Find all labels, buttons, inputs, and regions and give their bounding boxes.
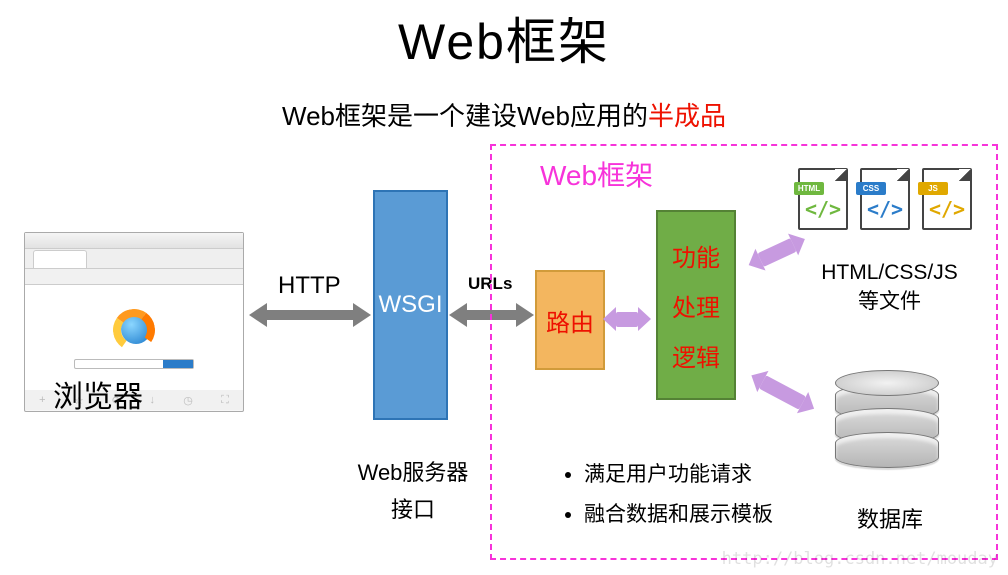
bullet-2: 融合数据和展示模板 [584, 495, 773, 535]
browser-addressbar [25, 269, 243, 285]
wsgi-caption: Web服务器接口 [353, 454, 473, 529]
browser-tabs [25, 249, 243, 269]
logic-box: 功能 处理 逻辑 [656, 210, 736, 400]
browser-label: 浏览器 [53, 372, 143, 416]
js-file-icon: JS </> [922, 168, 972, 230]
js-tag: JS [918, 182, 948, 195]
search-bar-mock [74, 359, 194, 369]
files-caption-line1: HTML/CSS/JS [792, 258, 987, 287]
database-caption: 数据库 [857, 502, 923, 534]
browser-titlebar [25, 233, 243, 249]
bullet-1: 满足用户功能请求 [584, 455, 773, 495]
watermark: http://blog.csdn.net/mouday [722, 549, 998, 569]
files-caption: HTML/CSS/JS 等文件 [792, 258, 987, 317]
logic-line-2: 处理 [672, 288, 720, 323]
wsgi-box: WSGI [373, 190, 448, 420]
html-file-icon: HTML </> [798, 168, 848, 230]
file-icons: HTML </> CSS </> JS </> [798, 168, 972, 230]
code-symbol: </> [800, 197, 846, 221]
arrow-route-logic [616, 312, 638, 327]
route-box: 路由 [535, 270, 605, 370]
subtitle-prefix: Web框架是一个建设Web应用的 [282, 101, 648, 131]
code-symbol: </> [924, 197, 970, 221]
html-tag: HTML [794, 182, 824, 195]
database-icon [832, 370, 942, 490]
logic-line-3: 逻辑 [672, 338, 720, 373]
css-file-icon: CSS </> [860, 168, 910, 230]
css-tag: CSS [856, 182, 886, 195]
http-label: HTTP [278, 272, 341, 300]
subtitle-highlight: 半成品 [648, 101, 726, 131]
page-title: Web框架 [0, 2, 1008, 74]
framework-title: Web框架 [540, 154, 653, 194]
code-symbol: </> [862, 197, 908, 221]
subtitle: Web框架是一个建设Web应用的半成品 [0, 96, 1008, 133]
firefox-icon [111, 307, 157, 353]
logic-line-1: 功能 [672, 238, 720, 273]
feature-bullets: 满足用户功能请求 融合数据和展示模板 [560, 455, 773, 535]
arrow-http [267, 310, 353, 320]
files-caption-line2: 等文件 [792, 287, 987, 316]
